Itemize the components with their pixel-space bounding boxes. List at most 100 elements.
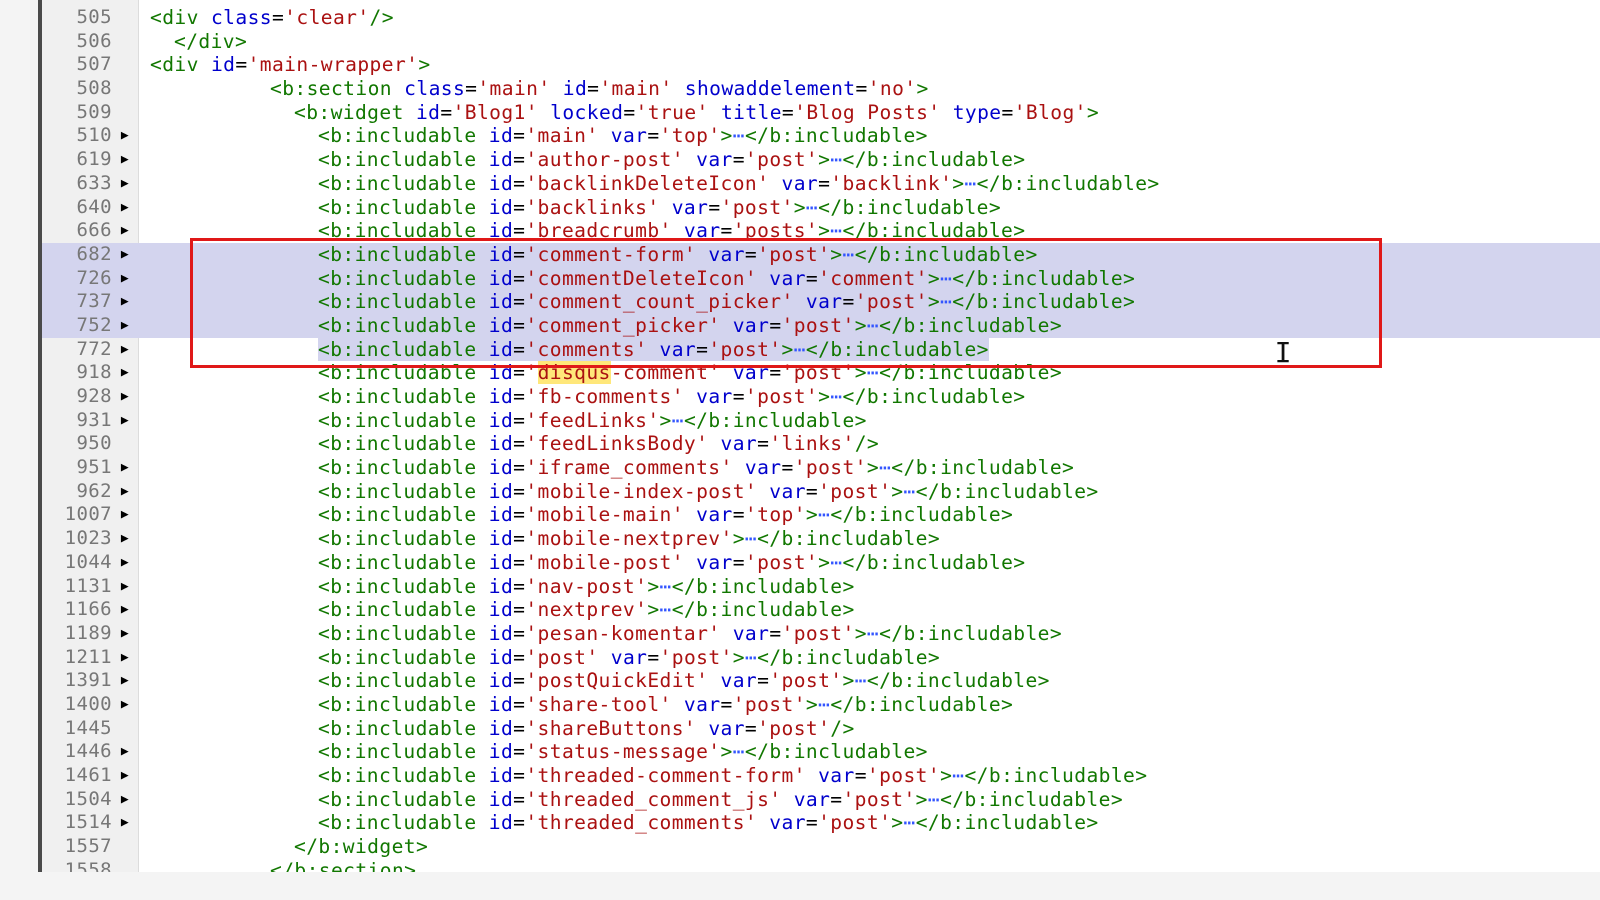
fold-arrow-icon[interactable]: ▶: [118, 646, 132, 670]
code-line[interactable]: 1023 ▶ <b:includable id='mobile-nextprev'>…: [42, 527, 1600, 551]
fold-arrow-icon[interactable]: ▶: [118, 314, 132, 338]
fold-arrow-icon[interactable]: ▶: [118, 740, 132, 764]
fold-arrow-icon[interactable]: ▶: [118, 527, 132, 551]
fold-arrow-icon[interactable]: ▶: [118, 243, 132, 267]
code-token: <b:includable: [318, 692, 489, 716]
code-line[interactable]: 752 ▶ <b:includable id='comment_picker' va…: [42, 313, 1600, 338]
code-token: id: [488, 124, 514, 148]
code-token: ⋯: [818, 692, 831, 716]
code-line[interactable]: 509 <b:widget id='Blog1' locked='true' ti…: [42, 101, 1600, 125]
fold-arrow-icon[interactable]: ▶: [118, 598, 132, 622]
code-line[interactable]: 640 ▶ <b:includable id='backlinks' var='po…: [42, 196, 1600, 220]
code-line[interactable]: 619 ▶ <b:includable id='author-post' var='…: [42, 148, 1600, 172]
code-token: ⋯: [732, 124, 745, 148]
code-line[interactable]: 918 ▶ <b:includable id='disqus-comment' va…: [42, 361, 1600, 385]
code-line[interactable]: 931 ▶ <b:includable id='feedLinks'>⋯</b:in…: [42, 409, 1600, 433]
code-token: var: [805, 290, 843, 314]
code-token: id: [488, 385, 514, 408]
code-line[interactable]: 1557 </b:widget>: [42, 835, 1600, 859]
code-line[interactable]: 1446 ▶ <b:includable id='status-message'>⋯…: [42, 740, 1600, 764]
fold-arrow-icon[interactable]: ▶: [118, 219, 132, 243]
code-token: var: [671, 195, 709, 219]
code-line[interactable]: 1504 ▶ <b:includable id='threaded_comment_…: [42, 788, 1600, 812]
code-line[interactable]: 1400 ▶ <b:includable id='share-tool' var='…: [42, 693, 1600, 717]
code-token: id: [488, 242, 514, 266]
line-number: 918: [76, 361, 112, 384]
code-token: 'post': [659, 645, 733, 669]
code-line[interactable]: 726 ▶ <b:includable id='commentDeleteIcon'…: [42, 266, 1600, 291]
code-line[interactable]: 1131 ▶ <b:includable id='nav-post'>⋯</b:in…: [42, 575, 1600, 599]
fold-arrow-icon[interactable]: ▶: [118, 811, 132, 835]
code-token: >: [854, 313, 867, 337]
fold-arrow-icon[interactable]: ▶: [118, 480, 132, 504]
code-token: var: [610, 645, 648, 669]
code-line[interactable]: 737 ▶ <b:includable id='comment_count_pick…: [42, 290, 1600, 314]
code-token: =: [513, 787, 526, 811]
code-line[interactable]: 1044 ▶ <b:includable id='mobile-post' var=…: [42, 551, 1600, 575]
fold-arrow-icon[interactable]: ▶: [118, 267, 132, 291]
code-token: 'post': [842, 787, 916, 811]
fold-arrow-icon[interactable]: ▶: [118, 385, 132, 409]
code-text: <b:section class='main' id='main' showad…: [150, 77, 929, 101]
fold-arrow-icon[interactable]: ▶: [118, 124, 132, 148]
code-line[interactable]: 633 ▶ <b:includable id='backlinkDeleteIcon…: [42, 172, 1600, 196]
fold-arrow-icon[interactable]: ▶: [118, 788, 132, 812]
code-token: var: [659, 337, 697, 361]
code-token: 'backlinks': [525, 195, 660, 219]
code-token: ⋯: [940, 290, 953, 314]
code-text: <b:includable id='backlinkDeleteIcon' va…: [150, 172, 1160, 196]
fold-arrow-icon[interactable]: ▶: [118, 361, 132, 385]
code-line[interactable]: 1514 ▶ <b:includable id='threaded_comments…: [42, 811, 1600, 835]
code-line[interactable]: 510 ▶ <b:includable id='main' var='top'>⋯<…: [42, 124, 1600, 148]
code-token: =: [513, 337, 526, 361]
code-line[interactable]: 1391 ▶ <b:includable id='postQuickEdit' va…: [42, 669, 1600, 693]
code-line[interactable]: 1189 ▶ <b:includable id='pesan-komentar' v…: [42, 622, 1600, 646]
fold-arrow-icon[interactable]: ▶: [118, 693, 132, 717]
code-line[interactable]: 1445 <b:includable id='shareButtons' var=…: [42, 717, 1600, 741]
code-token: ⋯: [903, 811, 916, 835]
code-text: <b:includable id='threaded_comments' var…: [150, 811, 1099, 835]
code-line[interactable]: 1461 ▶ <b:includable id='threaded-comment-…: [42, 764, 1600, 788]
fold-arrow-icon[interactable]: ▶: [118, 503, 132, 527]
fold-arrow-icon[interactable]: ▶: [118, 148, 132, 172]
code-editor[interactable]: 505 <div class='clear'/> 506 </div> 507 <div …: [38, 0, 1600, 900]
fold-arrow-icon[interactable]: ▶: [118, 764, 132, 788]
code-token: =: [513, 385, 526, 408]
code-token: <b:includable: [318, 574, 489, 598]
code-line[interactable]: 666 ▶ <b:includable id='breadcrumb' var='p…: [42, 219, 1600, 243]
code-line[interactable]: 772 ▶ <b:includable id='comments' var='pos…: [42, 337, 1600, 362]
code-token: 'Blog Posts': [794, 100, 941, 124]
line-number: 772: [76, 337, 112, 360]
fold-arrow-icon[interactable]: ▶: [118, 290, 132, 314]
code-line[interactable]: 951 ▶ <b:includable id='iframe_comments' v…: [42, 456, 1600, 480]
code-line[interactable]: 506 </div>: [42, 30, 1600, 54]
fold-arrow-icon[interactable]: ▶: [118, 551, 132, 575]
code-line[interactable]: 950 <b:includable id='feedLinksBody' var=…: [42, 432, 1600, 456]
fold-arrow-icon[interactable]: ▶: [118, 669, 132, 693]
code-line[interactable]: 1007 ▶ <b:includable id='mobile-main' var=…: [42, 503, 1600, 527]
fold-arrow-icon[interactable]: ▶: [118, 456, 132, 480]
fold-arrow-icon[interactable]: ▶: [118, 622, 132, 646]
code-line[interactable]: 1211 ▶ <b:includable id='post' var='post'>…: [42, 646, 1600, 670]
code-line[interactable]: 507 <div id='main-wrapper'>: [42, 53, 1600, 77]
code-token: =: [513, 574, 526, 598]
code-line[interactable]: 1166 ▶ <b:includable id='nextprev'>⋯</b:in…: [42, 598, 1600, 622]
fold-arrow-icon[interactable]: ▶: [118, 196, 132, 220]
fold-arrow-icon[interactable]: ▶: [118, 575, 132, 599]
line-number: 1504: [64, 787, 112, 810]
code-text: <b:includable id='comment_count_picker' …: [150, 290, 1135, 314]
fold-arrow-icon[interactable]: ▶: [118, 409, 132, 433]
fold-arrow-icon[interactable]: ▶: [118, 172, 132, 196]
code-token: 'posts': [732, 219, 819, 243]
code-token: =: [769, 313, 782, 337]
fold-arrow-icon[interactable]: ▶: [118, 338, 132, 362]
code-line[interactable]: 508 <b:section class='main' id='main' sho…: [42, 77, 1600, 101]
line-number: 931: [76, 408, 112, 431]
code-line[interactable]: 962 ▶ <b:includable id='mobile-index-post'…: [42, 480, 1600, 504]
code-line[interactable]: 682 ▶ <b:includable id='comment-form' var=…: [42, 242, 1600, 267]
code-line[interactable]: 505 <div class='clear'/>: [42, 6, 1600, 30]
code-line[interactable]: 928 ▶ <b:includable id='fb-comments' var='…: [42, 385, 1600, 409]
